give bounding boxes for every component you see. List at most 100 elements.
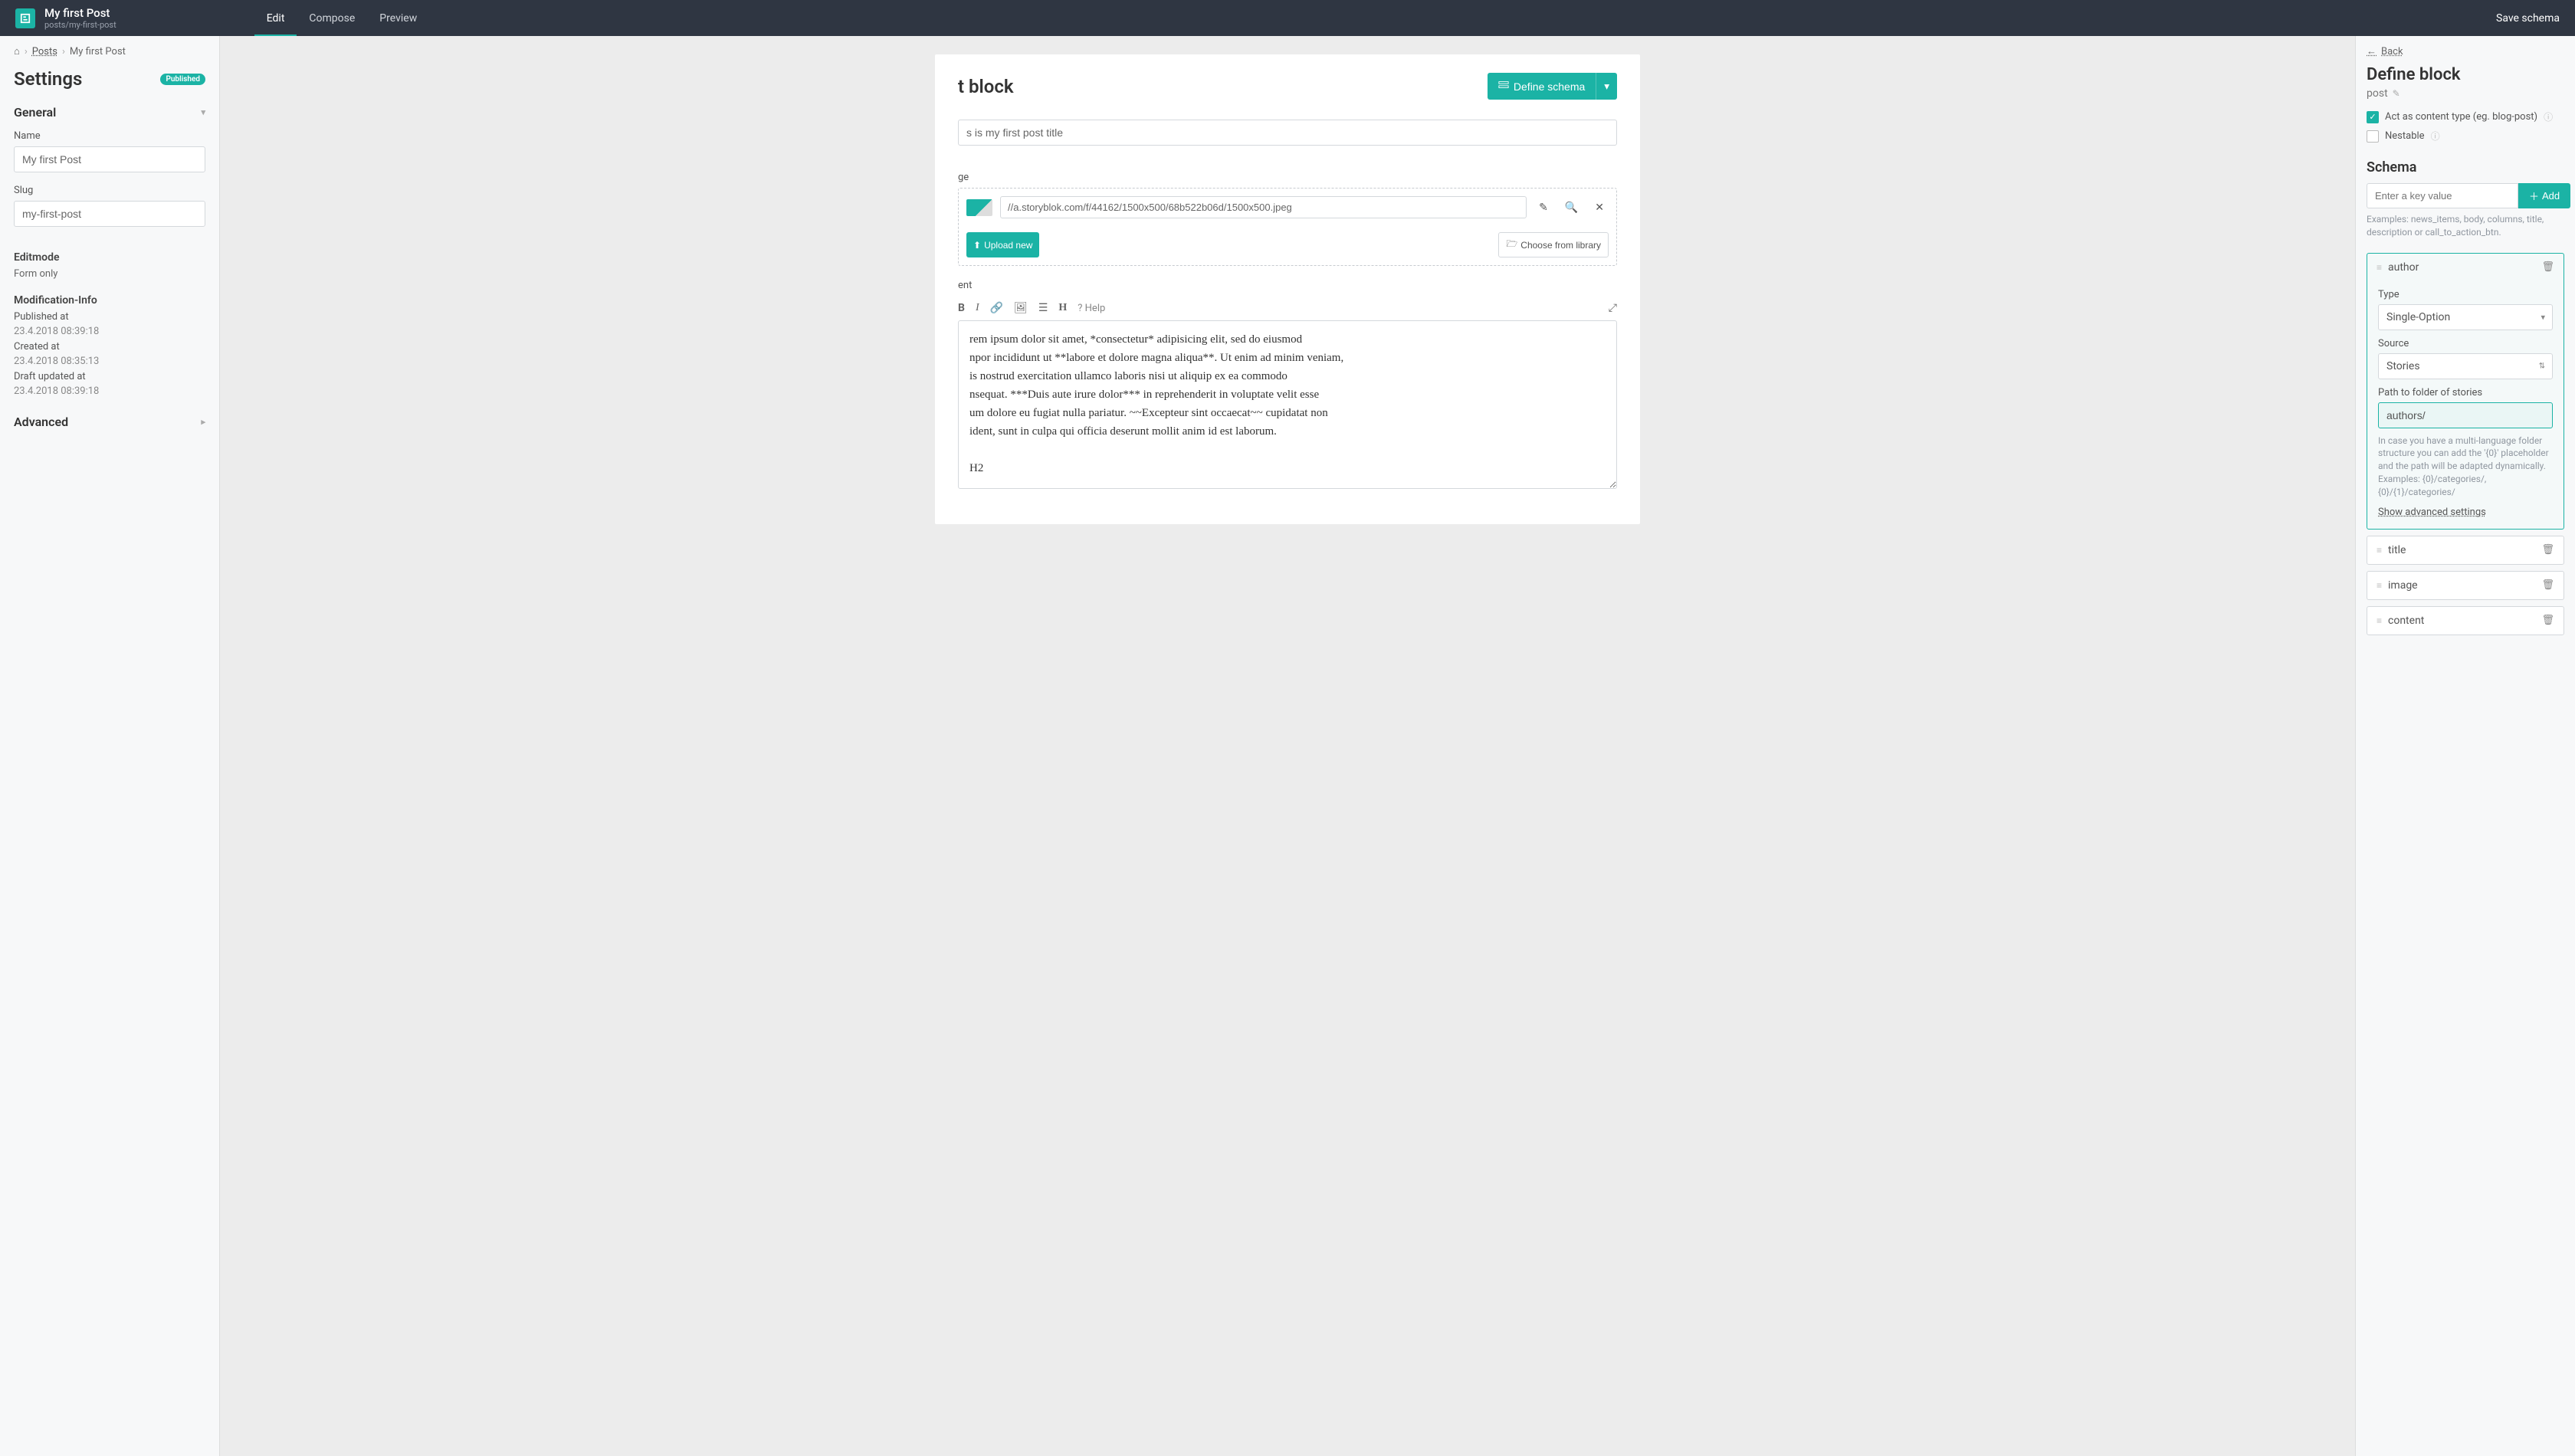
editor-toolbar: B I 🔗 🖼 ☰ H ? Help ⤢ (958, 296, 1617, 320)
search-image-button[interactable]: 🔍 (1560, 198, 1583, 217)
title-input[interactable] (958, 120, 1617, 146)
trash-icon: 🗑 (2541, 544, 2554, 556)
schema-field-title: ≡ title 🗑 (2367, 536, 2564, 565)
define-schema-label: Define schema (1514, 80, 1585, 93)
link-button[interactable]: 🔗 (990, 302, 1003, 314)
list-button[interactable]: ☰ (1038, 302, 1048, 314)
image-thumbnail[interactable] (966, 199, 992, 216)
define-schema-dropdown[interactable]: ▾ (1596, 73, 1617, 100)
name-label: Name (14, 130, 205, 142)
add-label: Add (2542, 190, 2560, 202)
define-schema-group: Define schema ▾ (1488, 73, 1617, 100)
act-as-content-type-checkbox[interactable]: ✓ (2367, 111, 2379, 123)
schema-field-title-header[interactable]: ≡ title 🗑 (2367, 536, 2564, 564)
app-logo[interactable] (15, 8, 35, 28)
path-label: Path to folder of stories (2378, 387, 2553, 398)
drag-handle-icon[interactable]: ≡ (2377, 262, 2382, 273)
schema-field-name: title (2388, 544, 2535, 556)
rename-block-button[interactable]: ✎ (2393, 88, 2400, 99)
image-button[interactable]: 🖼 (1014, 302, 1028, 314)
choose-from-library-button[interactable]: 🗁 Choose from library (1498, 232, 1609, 257)
drag-handle-icon[interactable]: ≡ (2377, 545, 2382, 556)
delete-field-button[interactable]: 🗑 (2541, 261, 2554, 273)
drag-handle-icon[interactable]: ≡ (2377, 615, 2382, 626)
content-field-label: ent (958, 280, 1617, 291)
draft-updated-at-label: Draft updated at (14, 371, 86, 382)
status-badge: Published (160, 74, 205, 85)
pencil-icon: ✎ (1539, 201, 1548, 213)
library-label: Choose from library (1520, 240, 1601, 251)
save-schema-button[interactable]: Save schema (2496, 12, 2560, 25)
schema-heading: Schema (2367, 159, 2564, 175)
schema-examples-hint: Examples: news_items, body, columns, tit… (2367, 213, 2564, 239)
upload-label: Upload new (984, 240, 1032, 251)
nestable-label: Nestable (2385, 130, 2425, 142)
page-subtitle: posts/my-first-post (44, 20, 116, 30)
schema-field-content-header[interactable]: ≡ content 🗑 (2367, 607, 2564, 635)
list-icon: ☰ (1038, 302, 1048, 314)
general-section-toggle[interactable]: General ▾ (14, 105, 205, 120)
modification-info-label: Modification-Info (14, 294, 205, 307)
schema-sidebar: ← Back Define block post ✎ ✓ Act as cont… (2355, 36, 2575, 1456)
add-schema-key-button[interactable]: ＋ Add (2518, 183, 2570, 208)
slug-input[interactable] (14, 201, 205, 227)
source-select[interactable]: Stories (2378, 353, 2553, 379)
remove-image-button[interactable]: ✕ (1590, 198, 1609, 217)
arrow-left-icon: ← (2367, 45, 2377, 57)
drag-handle-icon[interactable]: ≡ (2377, 580, 2382, 591)
name-input[interactable] (14, 146, 205, 172)
show-advanced-settings-link[interactable]: Show advanced settings (2378, 507, 2486, 518)
expand-button[interactable]: ⤢ (1609, 302, 1617, 314)
nestable-checkbox[interactable] (2367, 130, 2379, 143)
schema-field-content: ≡ content 🗑 (2367, 606, 2564, 635)
block-name-value: post (2367, 87, 2388, 100)
chevron-right-icon: › (25, 46, 28, 57)
page-title: My first Post (44, 6, 116, 20)
delete-field-button[interactable]: 🗑 (2541, 615, 2554, 626)
tab-compose[interactable]: Compose (297, 0, 367, 36)
advanced-section-toggle[interactable]: Advanced ▸ (14, 415, 205, 429)
image-url-input[interactable] (1000, 196, 1527, 218)
help-button[interactable]: ? Help (1078, 303, 1105, 314)
back-label: Back (2381, 46, 2403, 57)
path-input[interactable] (2378, 402, 2553, 428)
trash-icon: 🗑 (2541, 615, 2554, 626)
edit-image-button[interactable]: ✎ (1534, 198, 1553, 217)
created-at-label: Created at (14, 341, 60, 353)
heading-button[interactable]: H (1058, 302, 1067, 314)
created-at-value: 23.4.2018 08:35:13 (14, 356, 99, 367)
define-schema-button[interactable]: Define schema (1488, 73, 1596, 100)
breadcrumb-posts[interactable]: Posts (32, 46, 57, 57)
slug-label: Slug (14, 185, 205, 196)
schema-field-name: author (2388, 261, 2535, 274)
block-title: t block (958, 76, 1014, 97)
breadcrumb: ⌂ › Posts › My first Post (14, 45, 205, 57)
schema-field-image-header[interactable]: ≡ image 🗑 (2367, 572, 2564, 599)
expand-icon: ⤢ (1609, 302, 1617, 314)
editmode-value: Form only (14, 267, 205, 282)
italic-button[interactable]: I (976, 302, 979, 314)
schema-key-input[interactable] (2367, 183, 2518, 208)
upload-new-button[interactable]: ⬆ Upload new (966, 232, 1039, 257)
topbar: My first Post posts/my-first-post Edit C… (0, 0, 2575, 36)
delete-field-button[interactable]: 🗑 (2541, 544, 2554, 556)
type-select[interactable]: Single-Option (2378, 304, 2553, 330)
help-icon[interactable]: ⓘ (2431, 130, 2440, 143)
logo-icon (20, 13, 31, 24)
schema-field-author-header[interactable]: ≡ author 🗑 (2367, 254, 2564, 281)
home-icon[interactable]: ⌂ (14, 45, 20, 57)
tab-edit[interactable]: Edit (254, 0, 297, 36)
delete-field-button[interactable]: 🗑 (2541, 579, 2554, 591)
back-link[interactable]: ← Back (2367, 45, 2564, 57)
plus-icon: ＋ (2529, 189, 2539, 203)
help-icon[interactable]: ⓘ (2544, 110, 2553, 123)
folder-icon: 🗁 (1506, 237, 1517, 253)
schema-field-author: ≡ author 🗑 Type Single-Option Source Sto… (2367, 253, 2564, 530)
upload-icon: ⬆ (973, 240, 981, 251)
content-editor-textarea[interactable] (958, 320, 1617, 489)
bold-button[interactable]: B (958, 302, 965, 314)
define-block-heading: Define block (2367, 65, 2564, 84)
tab-preview[interactable]: Preview (367, 0, 429, 36)
title-block: My first Post posts/my-first-post (44, 6, 116, 30)
advanced-label: Advanced (14, 415, 68, 429)
